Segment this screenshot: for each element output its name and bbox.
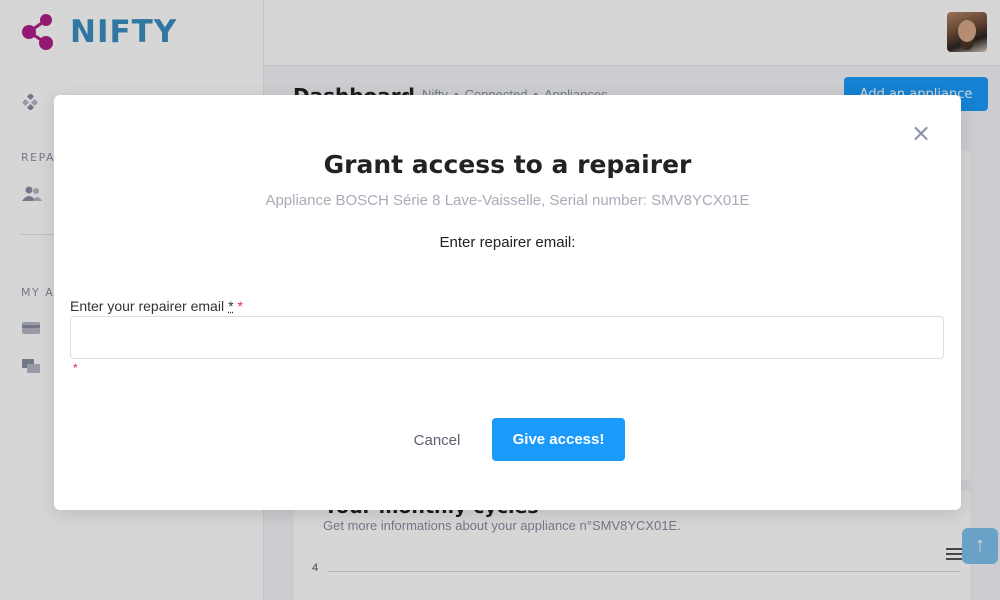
validation-marker: * — [73, 361, 78, 375]
close-icon[interactable]: × — [909, 121, 933, 145]
required-marker: * — [237, 298, 243, 314]
cancel-button[interactable]: Cancel — [402, 423, 472, 457]
give-access-button[interactable]: Give access! — [492, 418, 625, 461]
modal-prompt: Enter repairer email: — [439, 234, 576, 251]
field-label-text: Enter your repairer email — [70, 298, 225, 314]
modal-title: Grant access to a repairer — [323, 150, 692, 179]
repairer-email-label: Enter your repairer email * * — [70, 298, 243, 314]
field-marker: * — [228, 298, 234, 314]
modal-subtitle: Appliance BOSCH Série 8 Lave-Vaisselle, … — [265, 192, 750, 209]
grant-access-modal: × Grant access to a repairer Appliance B… — [54, 95, 961, 510]
repairer-email-input[interactable] — [70, 316, 944, 359]
